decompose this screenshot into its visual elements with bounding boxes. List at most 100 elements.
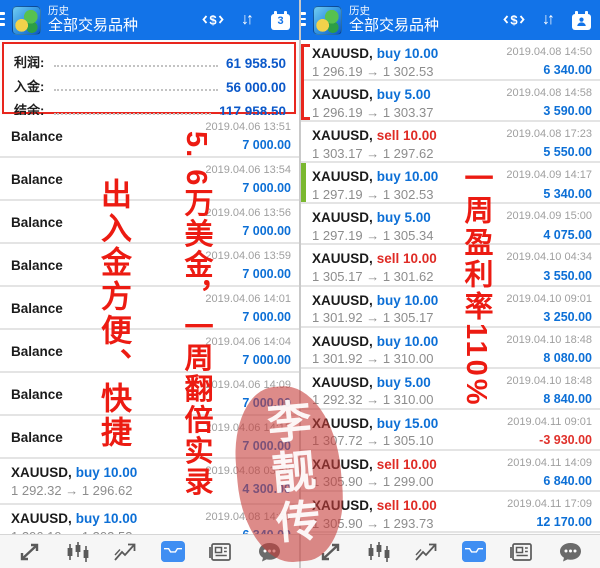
- price-range: 1 301.92 → 1 310.00: [312, 351, 438, 368]
- trade-datetime: 2019.04.08 14:58: [506, 86, 592, 100]
- annotation-vertical-right: 一周盈利率110%: [455, 163, 497, 408]
- row-left-column: Balance: [11, 378, 63, 411]
- symbol-line: XAUUSD,buy 10.00: [11, 464, 137, 482]
- trade-datetime: 2019.04.08 14:50: [506, 45, 592, 59]
- row-right-column: 2019.04.10 18:48 8 080.00: [506, 333, 592, 364]
- history-row-balance[interactable]: Balance 2019.04.06 13:51 7 000.00: [0, 115, 299, 158]
- history-row-trade[interactable]: XAUUSD,sell 10.001 305.17 → 1 301.62 201…: [301, 245, 600, 286]
- row-right-column: 2019.04.06 13:56 7 000.00: [205, 206, 291, 239]
- dotted-leader: [54, 89, 218, 91]
- sort-icon[interactable]: ↓↑: [241, 11, 254, 29]
- history-row-balance[interactable]: Balance 2019.04.06 13:54 7 000.00: [0, 158, 299, 201]
- trade-amount: 6 840.00: [543, 473, 592, 489]
- nav-charts-icon[interactable]: [63, 539, 93, 565]
- nav-news-icon[interactable]: [206, 539, 236, 565]
- sort-icon[interactable]: ↓↑: [542, 11, 555, 29]
- currency-exchange-icon[interactable]: $: [503, 10, 525, 30]
- symbol-label: XAUUSD,: [312, 251, 373, 266]
- side-volume-label: buy 5.00: [377, 87, 431, 102]
- row-right-column: 2019.04.06 13:54 7 000.00: [205, 163, 291, 196]
- row-left-column: Balance: [11, 292, 63, 325]
- calendar-badge: 3: [277, 16, 283, 27]
- symbol-label: XAUUSD,: [312, 87, 373, 102]
- side-volume-label: buy 10.00: [377, 46, 439, 61]
- history-row-trade[interactable]: XAUUSD,sell 10.001 303.17 → 1 297.62 201…: [301, 122, 600, 163]
- price-range: 1 296.19 → 1 303.37: [312, 105, 433, 122]
- nav-trade-icon[interactable]: [111, 539, 141, 565]
- trade-amount: 7 000.00: [242, 309, 291, 325]
- symbol-label: Balance: [11, 387, 63, 402]
- nav-charts-icon[interactable]: [364, 539, 394, 565]
- symbol-line: XAUUSD,buy 5.00: [312, 209, 433, 227]
- nav-messages-icon[interactable]: [555, 539, 585, 565]
- title-block: 历史 全部交易品种: [48, 5, 138, 34]
- trade-datetime: 2019.04.06 13:51: [205, 120, 291, 134]
- menu-icon[interactable]: [0, 12, 5, 26]
- row-right-column: 2019.04.08 17:23 5 550.00: [506, 127, 592, 158]
- trade-amount: 7 000.00: [242, 266, 291, 282]
- history-row-trade[interactable]: XAUUSD,buy 10.001 301.92 → 1 305.17 2019…: [301, 287, 600, 328]
- trade-amount: -3 930.00: [539, 432, 592, 448]
- trade-amount: 8 080.00: [543, 350, 592, 366]
- symbol-line: XAUUSD,buy 10.00: [312, 292, 438, 310]
- svg-text:$: $: [209, 13, 217, 28]
- history-row-balance[interactable]: Balance 2019.04.06 13:59 7 000.00: [0, 244, 299, 287]
- trade-amount: 6 340.00: [543, 62, 592, 78]
- trade-amount: 7 000.00: [242, 223, 291, 239]
- symbol-label: Balance: [11, 301, 63, 316]
- history-row-trade[interactable]: XAUUSD,sell 10.001 305.90 → 1 299.00 201…: [301, 451, 600, 492]
- trade-amount: 4 075.00: [543, 227, 592, 243]
- calendar-person-icon[interactable]: [572, 14, 591, 30]
- side-volume-label: buy 10.00: [76, 511, 138, 526]
- history-row-trade[interactable]: XAUUSD,buy 10.001 297.19 → 1 302.53 2019…: [301, 163, 600, 204]
- trade-datetime: 2019.04.08 17:23: [506, 127, 592, 141]
- symbol-line: XAUUSD,buy 10.00: [312, 333, 438, 351]
- row-right-column: 2019.04.06 13:59 7 000.00: [205, 249, 291, 282]
- symbol-label: XAUUSD,: [312, 169, 373, 184]
- nav-news-icon[interactable]: [507, 539, 537, 565]
- row-left-column: XAUUSD,sell 10.001 305.17 → 1 301.62: [312, 250, 437, 281]
- row-right-column: 2019.04.06 14:04 7 000.00: [205, 335, 291, 368]
- price-range: 1 297.19 → 1 305.34: [312, 228, 433, 245]
- screen-title: 历史: [48, 5, 138, 17]
- symbol-line: XAUUSD,buy 5.00: [312, 374, 433, 392]
- symbol-label: XAUUSD,: [312, 375, 373, 390]
- nav-quotes-icon[interactable]: [15, 539, 45, 565]
- trade-datetime: 2019.04.10 18:48: [506, 333, 592, 347]
- symbol-line: XAUUSD,buy 10.00: [312, 45, 438, 63]
- nav-trade-icon[interactable]: [412, 539, 442, 565]
- svg-text:$: $: [510, 13, 518, 28]
- trade-amount: 3 250.00: [543, 309, 592, 325]
- price-range: 1 292.32 → 1 310.00: [312, 392, 433, 409]
- symbol-line: Balance: [11, 300, 63, 318]
- history-row-balance[interactable]: Balance 2019.04.06 14:04 7 000.00: [0, 330, 299, 373]
- row-left-column: XAUUSD,buy 5.001 292.32 → 1 310.00: [312, 374, 433, 405]
- trade-amount: 12 170.00: [536, 514, 592, 530]
- history-row-trade[interactable]: XAUUSD,buy 5.001 292.32 → 1 310.00 2019.…: [301, 369, 600, 410]
- currency-exchange-icon[interactable]: $: [202, 10, 224, 30]
- history-row-trade[interactable]: XAUUSD, buy 5.00 1 296.19 → 1 303.37 2019.…: [301, 81, 600, 122]
- history-row-trade[interactable]: XAUUSD,buy 5.001 297.19 → 1 305.34 2019.…: [301, 204, 600, 245]
- trade-datetime: 2019.04.11 14:09: [507, 456, 592, 470]
- menu-icon[interactable]: [301, 12, 306, 26]
- history-row-trade[interactable]: XAUUSD,buy 10.001 296.19 → 1 302.53 2019…: [301, 40, 600, 81]
- history-row-balance[interactable]: Balance 2019.04.06 13:56 7 000.00: [0, 201, 299, 244]
- row-right-column: 2019.04.10 18:48 8 840.00: [506, 374, 592, 405]
- appbar-actions: $ ↓↑ 3: [202, 10, 290, 30]
- row-right-column: 2019.04.11 09:01 -3 930.00: [507, 415, 592, 446]
- trade-amount: 5 340.00: [543, 186, 592, 202]
- row-right-column: 2019.04.08 14:50 6 340.00: [506, 45, 592, 76]
- history-row-trade[interactable]: XAUUSD,sell 10.001 305.90 → 1 293.73 201…: [301, 492, 600, 533]
- profit-value: 61 958.50: [226, 56, 286, 71]
- symbol-label: Balance: [11, 430, 63, 445]
- history-row-trade[interactable]: XAUUSD,buy 10.001 301.92 → 1 310.00 2019…: [301, 328, 600, 369]
- history-row-trade[interactable]: XAUUSD,buy 15.001 307.72 → 1 305.10 2019…: [301, 410, 600, 451]
- row-right-column: 2019.04.08 14:58 3 590.00: [506, 86, 592, 117]
- nav-history-icon[interactable]: [158, 539, 188, 565]
- history-row-balance[interactable]: Balance 2019.04.06 14:01 7 000.00: [0, 287, 299, 330]
- side-volume-label: buy 10.00: [377, 293, 439, 308]
- nav-history-icon[interactable]: [459, 539, 489, 565]
- side-volume-label: buy 5.00: [377, 210, 431, 225]
- app-logo-icon: [12, 6, 41, 35]
- calendar-icon[interactable]: 3: [271, 14, 290, 30]
